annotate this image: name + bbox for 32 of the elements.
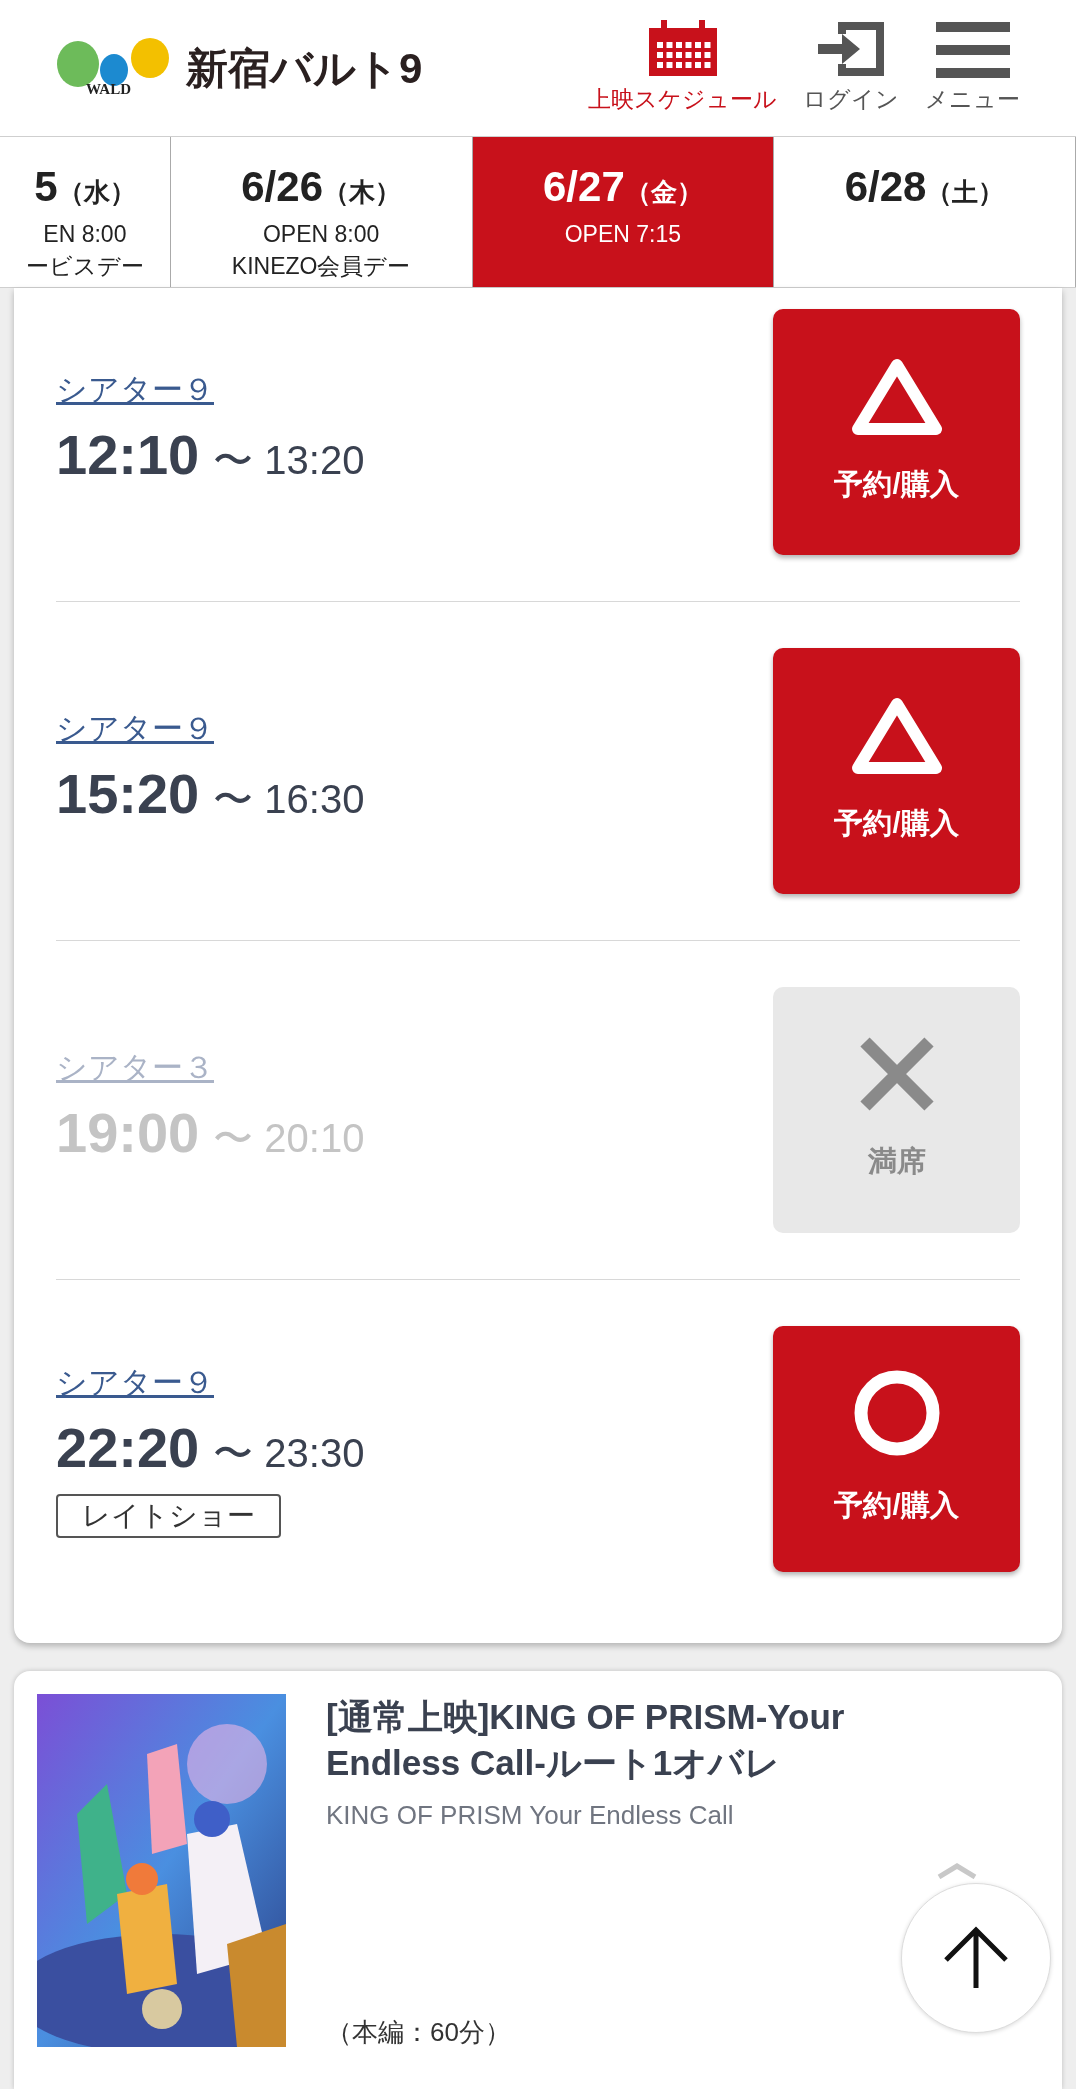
brand-name: 新宿バルト9 (186, 43, 423, 94)
theater-link[interactable]: シアター９ (56, 366, 214, 414)
date-tab[interactable]: 6/27（金） OPEN 7:15 (472, 137, 775, 287)
reserve-button[interactable]: 予約/購入 (773, 648, 1020, 894)
end-time: 〜 13:20 (213, 437, 365, 485)
theater-link[interactable]: シアター９ (56, 1359, 214, 1407)
late-show-tag: レイトショー (56, 1494, 281, 1539)
movie-title: [通常上映]KING OF PRISM-Your Endless Call-ルート1オバレ (326, 1696, 846, 1784)
calendar-icon (646, 19, 719, 78)
logo: WALD (56, 36, 170, 100)
end-time: 〜 23:30 (213, 1430, 365, 1478)
reserve-button[interactable]: 予約/購入 (773, 1326, 1020, 1572)
chevron-up-icon (937, 1863, 977, 1879)
cross-icon (858, 1036, 935, 1113)
start-time: 19:00 (56, 1100, 200, 1167)
menu-icon (935, 21, 1010, 78)
runtime: （本編：60分） (326, 2016, 512, 2049)
start-time: 12:10 (56, 422, 200, 489)
circle-icon (853, 1370, 940, 1457)
reserve-button[interactable]: 予約/購入 (773, 309, 1020, 555)
login-icon (816, 19, 886, 78)
nav-link[interactable]: メニュー (925, 21, 1020, 117)
end-time: 〜 16:30 (213, 776, 365, 824)
triangle-icon (851, 696, 942, 775)
theater-link[interactable]: シアター９ (56, 705, 214, 753)
nav-link[interactable]: 上映スケジュール (588, 19, 777, 117)
triangle-icon (851, 357, 942, 436)
end-time: 〜 20:10 (213, 1115, 365, 1163)
movie-subtitle: KING OF PRISM Your Endless Call (326, 1799, 735, 1832)
start-time: 15:20 (56, 761, 200, 828)
start-time: 22:20 (56, 1415, 200, 1482)
nav-link[interactable]: ログイン (803, 19, 899, 117)
